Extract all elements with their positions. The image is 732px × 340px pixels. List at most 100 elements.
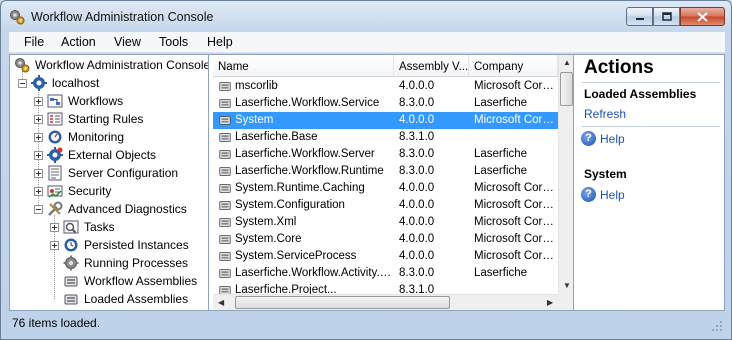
expand-toggle[interactable] bbox=[34, 186, 43, 196]
table-row[interactable]: Laserfiche.Base 8.3.1.0 bbox=[213, 129, 558, 146]
tree-item-workflow-assemblies[interactable]: Workflow Assemblies bbox=[63, 272, 197, 290]
assembly-icon bbox=[219, 99, 231, 108]
horizontal-scrollbar[interactable]: ◀ ▶ bbox=[213, 294, 558, 310]
workflow-console-icon bbox=[15, 58, 30, 73]
table-row[interactable]: Laserfiche.Workflow.Service 8.3.0.0 Laserf… bbox=[213, 95, 558, 112]
cell-name: System bbox=[235, 114, 274, 126]
help-link-label: Help bbox=[600, 131, 625, 146]
help-link-system[interactable]: ? Help bbox=[581, 187, 625, 202]
column-header-name[interactable]: Name bbox=[213, 55, 394, 77]
cell-company: Microsoft Corpor... bbox=[474, 182, 556, 194]
tree-item-server-configuration[interactable]: Server Configuration bbox=[34, 164, 178, 182]
cell-assembly-version: 8.3.0.0 bbox=[399, 165, 435, 177]
cell-name: System.Xml bbox=[235, 216, 297, 228]
minimize-button[interactable] bbox=[626, 7, 653, 26]
tree-item-starting-rules[interactable]: Starting Rules bbox=[34, 110, 143, 128]
tree-item-label: Security bbox=[68, 184, 112, 198]
table-row[interactable]: System.Xml 4.0.0.0 Microsoft Corpor... bbox=[213, 214, 558, 231]
tree-item-security[interactable]: Security bbox=[34, 182, 111, 200]
title-bar[interactable]: Workflow Administration Console bbox=[1, 1, 731, 32]
cell-name: System.Configuration bbox=[235, 199, 345, 211]
table-row[interactable]: System.ServiceProcess 4.0.0.0 Microsoft Co… bbox=[213, 248, 558, 265]
navigation-tree[interactable]: Workflow Administration Console localhos… bbox=[10, 55, 209, 310]
collapse-toggle[interactable] bbox=[18, 78, 27, 88]
tree-item-label: Monitoring bbox=[68, 130, 125, 144]
table-row[interactable]: Laserfiche.Workflow.Runtime 8.3.0.0 Laserf… bbox=[213, 163, 558, 180]
expand-toggle[interactable] bbox=[34, 168, 43, 178]
advanced-diagnostics-icon bbox=[48, 201, 63, 216]
actions-pane: Actions Loaded Assemblies Refresh ? Help… bbox=[576, 55, 724, 310]
assembly-icon bbox=[219, 116, 231, 125]
table-row[interactable]: Laserfiche.Workflow.Server 8.3.0.0 Laserfi… bbox=[213, 146, 558, 163]
tree-item-external-objects[interactable]: External Objects bbox=[34, 146, 156, 164]
expand-toggle[interactable] bbox=[34, 96, 43, 106]
tree-item-running-processes[interactable]: Running Processes bbox=[63, 254, 188, 272]
cell-company: Microsoft Corpor... bbox=[474, 80, 556, 92]
menu-action[interactable]: Action bbox=[61, 35, 96, 49]
expand-toggle[interactable] bbox=[34, 132, 43, 142]
vertical-scrollbar[interactable]: ▲ ▼ bbox=[558, 55, 573, 294]
assemblies-list[interactable]: Name Assembly V... Company mscorlib 4.0.0… bbox=[213, 55, 574, 310]
cell-company: Laserfiche bbox=[474, 165, 528, 177]
expand-toggle[interactable] bbox=[34, 114, 43, 124]
table-row[interactable]: System.Core 4.0.0.0 Microsoft Corpor... bbox=[213, 231, 558, 248]
cell-company: Laserfiche bbox=[474, 148, 528, 160]
help-link[interactable]: ? Help bbox=[581, 131, 625, 146]
scroll-up-arrow-icon[interactable]: ▲ bbox=[563, 58, 571, 67]
assembly-icon bbox=[64, 276, 78, 287]
resize-grip-icon[interactable] bbox=[711, 320, 723, 332]
minimize-icon bbox=[635, 17, 644, 20]
starting-rules-icon bbox=[47, 112, 63, 126]
maximize-button[interactable] bbox=[653, 7, 680, 26]
window-title: Workflow Administration Console bbox=[31, 10, 214, 24]
assembly-icon bbox=[219, 235, 231, 244]
assembly-icon bbox=[219, 133, 231, 142]
cell-name: Laserfiche.Base bbox=[235, 131, 318, 143]
tree-item-workflows[interactable]: Workflows bbox=[34, 92, 123, 110]
table-row[interactable]: System.Runtime.Caching 4.0.0.0 Microsoft C… bbox=[213, 180, 558, 197]
menu-view[interactable]: View bbox=[114, 35, 141, 49]
scroll-left-arrow-icon[interactable]: ◀ bbox=[218, 298, 224, 307]
main-window: Workflow Administration Console File Act… bbox=[0, 0, 732, 340]
assembly-icon bbox=[219, 150, 231, 159]
menu-help[interactable]: Help bbox=[207, 35, 233, 49]
refresh-link[interactable]: Refresh bbox=[584, 107, 626, 121]
expand-toggle[interactable] bbox=[34, 150, 43, 160]
help-link-label: Help bbox=[600, 187, 625, 202]
divider bbox=[582, 126, 720, 127]
menu-tools[interactable]: Tools bbox=[159, 35, 188, 49]
status-text: 76 items loaded. bbox=[12, 316, 101, 330]
expand-toggle[interactable] bbox=[50, 222, 59, 232]
horizontal-scroll-thumb[interactable] bbox=[235, 296, 450, 309]
cell-name: Laserfiche.Workflow.Activity.B... bbox=[235, 267, 393, 279]
collapse-toggle[interactable] bbox=[34, 204, 43, 214]
cell-company: Microsoft Corpor... bbox=[474, 250, 556, 262]
cell-assembly-version: 4.0.0.0 bbox=[399, 250, 435, 262]
table-row[interactable]: System 4.0.0.0 Microsoft Corpor... bbox=[213, 112, 558, 129]
scroll-right-arrow-icon[interactable]: ▶ bbox=[547, 298, 553, 307]
tree-root[interactable]: Workflow Administration Console bbox=[14, 56, 208, 74]
menu-bar: File Action View Tools Help bbox=[9, 32, 725, 53]
cell-assembly-version: 8.3.0.0 bbox=[399, 97, 435, 109]
tree-item-monitoring[interactable]: Monitoring bbox=[34, 128, 124, 146]
table-row[interactable]: Laserfiche.Workflow.Activity.B... 8.3.0.0… bbox=[213, 265, 558, 282]
tree-item-persisted-instances[interactable]: Persisted Instances bbox=[50, 236, 189, 254]
menu-file[interactable]: File bbox=[24, 35, 44, 49]
tree-item-loaded-assemblies[interactable]: Loaded Assemblies bbox=[63, 290, 188, 308]
tree-item-tasks[interactable]: Tasks bbox=[50, 218, 115, 236]
expand-toggle[interactable] bbox=[50, 240, 59, 250]
vertical-scroll-thumb[interactable] bbox=[560, 72, 573, 106]
tree-item-localhost[interactable]: localhost bbox=[18, 74, 99, 92]
server-configuration-icon bbox=[48, 165, 62, 181]
column-header-company[interactable]: Company bbox=[469, 55, 558, 77]
assembly-icon bbox=[219, 167, 231, 176]
cell-name: Laserfiche.Workflow.Service bbox=[235, 97, 380, 109]
table-row[interactable]: System.Configuration 4.0.0.0 Microsoft Cor… bbox=[213, 197, 558, 214]
column-header-assembly-version[interactable]: Assembly V... bbox=[394, 55, 469, 77]
close-button[interactable] bbox=[680, 7, 725, 26]
help-icon: ? bbox=[581, 131, 596, 146]
tree-item-advanced-diagnostics[interactable]: Advanced Diagnostics bbox=[34, 200, 187, 218]
scroll-down-arrow-icon[interactable]: ▼ bbox=[563, 281, 571, 290]
table-row[interactable]: mscorlib 4.0.0.0 Microsoft Corpor... bbox=[213, 78, 558, 95]
cell-assembly-version: 8.3.0.0 bbox=[399, 148, 435, 160]
